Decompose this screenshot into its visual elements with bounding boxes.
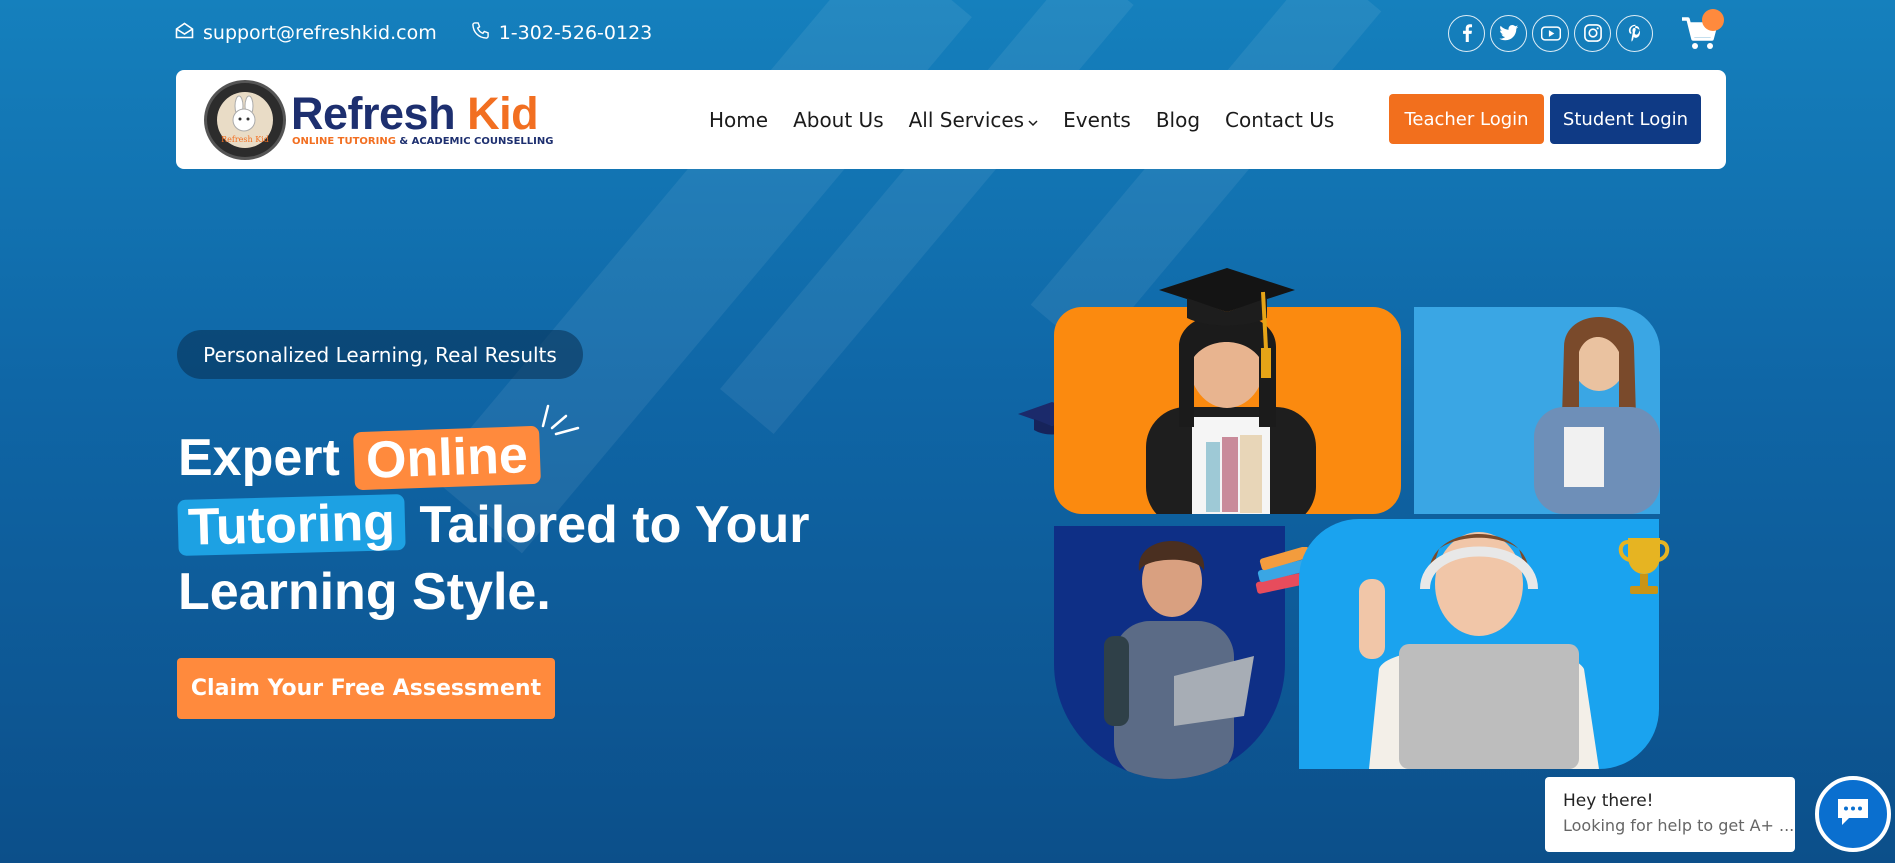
svg-text:Refresh Kid: Refresh Kid xyxy=(221,135,269,144)
headline-word-expert: Expert xyxy=(178,429,340,487)
student-girl-books-image xyxy=(1414,307,1660,514)
envelope-icon xyxy=(175,22,203,44)
headline-highlight-tutoring: Tutoring xyxy=(177,493,406,557)
logo-emblem[interactable]: Refresh Kid xyxy=(204,80,286,160)
logo-subtitle-rest: & ACADEMIC COUNSELLING xyxy=(399,136,554,147)
main-nav: Home About Us All Services Events Blog C… xyxy=(709,70,1334,169)
cart-icon xyxy=(1680,17,1720,55)
student-login-button[interactable]: Student Login xyxy=(1550,94,1701,144)
facebook-icon[interactable] xyxy=(1448,14,1485,52)
nav-blog[interactable]: Blog xyxy=(1156,108,1200,132)
headline-highlight-online: Online xyxy=(353,425,542,491)
nav-contact-us[interactable]: Contact Us xyxy=(1225,108,1334,132)
teacher-login-button[interactable]: Teacher Login xyxy=(1389,94,1544,144)
nav-home[interactable]: Home xyxy=(709,108,768,132)
logo-subtitle-accent: ONLINE TUTORING xyxy=(292,136,396,147)
nav-events[interactable]: Events xyxy=(1063,108,1131,132)
main-header: Refresh Kid Refresh Kid ONLINE TUTORING … xyxy=(176,70,1726,169)
chevron-down-icon xyxy=(1028,108,1038,132)
hero-headline: Expert Online Tutoring Tailored to Your … xyxy=(177,425,810,626)
phone-icon xyxy=(471,21,499,45)
cart-button[interactable] xyxy=(1680,9,1724,51)
chat-greeting-title: Hey there! xyxy=(1563,791,1654,811)
phone-contact[interactable]: 1-302-526-0123 xyxy=(471,21,653,45)
bunny-logo-icon: Refresh Kid xyxy=(217,92,273,148)
boy-laptop-image xyxy=(1054,526,1285,779)
chat-greeting-bubble[interactable]: Hey there! Looking for help to get A+ ..… xyxy=(1545,777,1795,852)
chat-icon xyxy=(1835,796,1871,832)
trophy-icon xyxy=(1614,532,1674,606)
claim-assessment-button[interactable]: Claim Your Free Assessment xyxy=(177,658,555,719)
email-contact[interactable]: support@refreshkid.com xyxy=(175,22,437,44)
chat-open-button[interactable] xyxy=(1815,776,1891,852)
logo-subtitle: ONLINE TUTORING & ACADEMIC COUNSELLING xyxy=(292,136,553,147)
nav-all-services[interactable]: All Services xyxy=(909,108,1039,132)
hero-headline-line2: Tutoring Tailored to Your xyxy=(177,492,810,559)
twitter-icon[interactable] xyxy=(1490,14,1527,52)
girl-headphones-image xyxy=(1299,519,1659,769)
email-text: support@refreshkid.com xyxy=(203,22,437,44)
hero-headline-line3: Learning Style. xyxy=(178,563,551,621)
youtube-icon[interactable] xyxy=(1532,14,1569,52)
nav-about-us[interactable]: About Us xyxy=(793,108,884,132)
instagram-icon[interactable] xyxy=(1574,14,1611,52)
graduation-cap-icon xyxy=(1157,268,1297,392)
logo-title-main: Refresh xyxy=(291,88,456,139)
cart-count-badge xyxy=(1702,9,1724,31)
hero-headline-line1: Expert Online xyxy=(178,425,809,492)
top-bar: support@refreshkid.com 1-302-526-0123 xyxy=(175,9,1724,52)
chat-greeting-subtitle: Looking for help to get A+ ... xyxy=(1563,816,1795,835)
social-links xyxy=(1448,9,1724,52)
phone-text: 1-302-526-0123 xyxy=(498,22,653,44)
headline-words-tailored: Tailored to Your xyxy=(419,496,810,554)
logo-title-accent: Kid xyxy=(467,88,539,139)
hero-tagline-pill: Personalized Learning, Real Results xyxy=(177,330,583,379)
pinterest-icon[interactable] xyxy=(1616,14,1653,52)
logo-title[interactable]: Refresh Kid xyxy=(291,88,539,140)
nav-all-services-label: All Services xyxy=(908,107,1025,132)
